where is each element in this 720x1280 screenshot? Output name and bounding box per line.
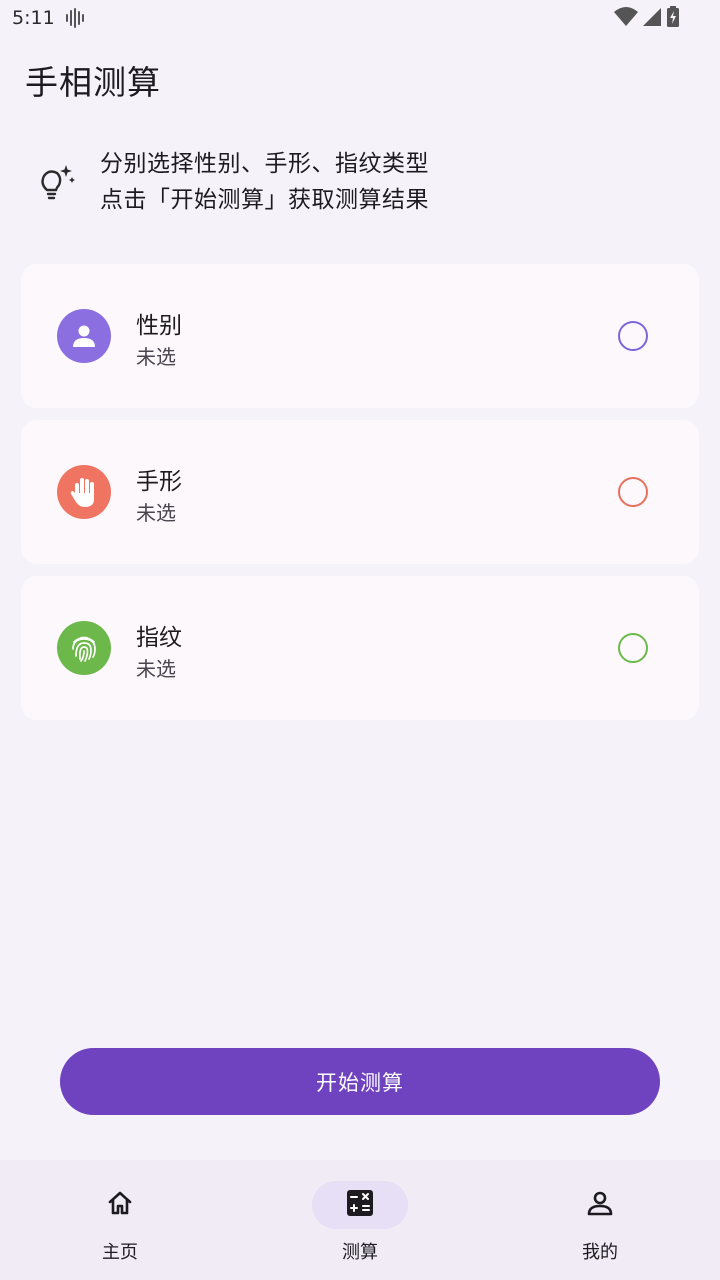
fingerprint-card[interactable]: 指纹 未选 — [21, 576, 699, 720]
nav-label: 测算 — [342, 1242, 378, 1263]
gender-radio[interactable] — [618, 321, 648, 351]
nav-item-home[interactable]: 主页 — [0, 1160, 240, 1280]
calculator-icon — [346, 1189, 374, 1221]
nav-item-calculate[interactable]: 测算 — [240, 1160, 480, 1280]
hand-icon — [57, 465, 111, 519]
home-icon — [106, 1189, 134, 1221]
nav-pill-active — [312, 1181, 408, 1229]
tip-line-2: 点击「开始测算」获取测算结果 — [100, 187, 429, 213]
nav-label: 我的 — [582, 1242, 618, 1263]
card-status: 未选 — [136, 345, 176, 369]
status-icons — [614, 6, 680, 32]
screen: 5:11 手相测算 分别选择性别、手形、指纹类型 点击「开始测算」获取测算结果 … — [0, 0, 720, 1280]
fingerprint-radio[interactable] — [618, 633, 648, 663]
signal-icon — [642, 6, 662, 32]
card-title: 指纹 — [136, 625, 182, 651]
hand-shape-radio[interactable] — [618, 477, 648, 507]
status-bar: 5:11 — [0, 0, 720, 36]
person-icon — [57, 309, 111, 363]
start-calculation-button[interactable]: 开始测算 — [60, 1048, 660, 1115]
card-status: 未选 — [136, 501, 176, 525]
fingerprint-icon — [57, 621, 111, 675]
nav-item-profile[interactable]: 我的 — [480, 1160, 720, 1280]
tip-line-1: 分别选择性别、手形、指纹类型 — [100, 151, 429, 177]
page-title: 手相测算 — [25, 63, 161, 102]
lightbulb-icon — [38, 163, 76, 201]
card-status: 未选 — [136, 657, 176, 681]
card-title: 手形 — [136, 469, 182, 495]
audio-wave-icon — [65, 8, 87, 28]
nav-pill — [552, 1181, 648, 1229]
status-time: 5:11 — [12, 7, 55, 29]
bottom-navigation: 主页 测算 我的 — [0, 1160, 720, 1280]
card-title: 性别 — [136, 313, 182, 339]
hand-shape-card[interactable]: 手形 未选 — [21, 420, 699, 564]
nav-pill — [72, 1181, 168, 1229]
battery-icon — [666, 6, 680, 32]
tip-text: 分别选择性别、手形、指纹类型 点击「开始测算」获取测算结果 — [100, 146, 429, 218]
wifi-icon — [614, 6, 638, 32]
profile-icon — [586, 1189, 614, 1221]
nav-label: 主页 — [102, 1242, 138, 1263]
gender-card[interactable]: 性别 未选 — [21, 264, 699, 408]
tip-banner: 分别选择性别、手形、指纹类型 点击「开始测算」获取测算结果 — [38, 146, 698, 218]
